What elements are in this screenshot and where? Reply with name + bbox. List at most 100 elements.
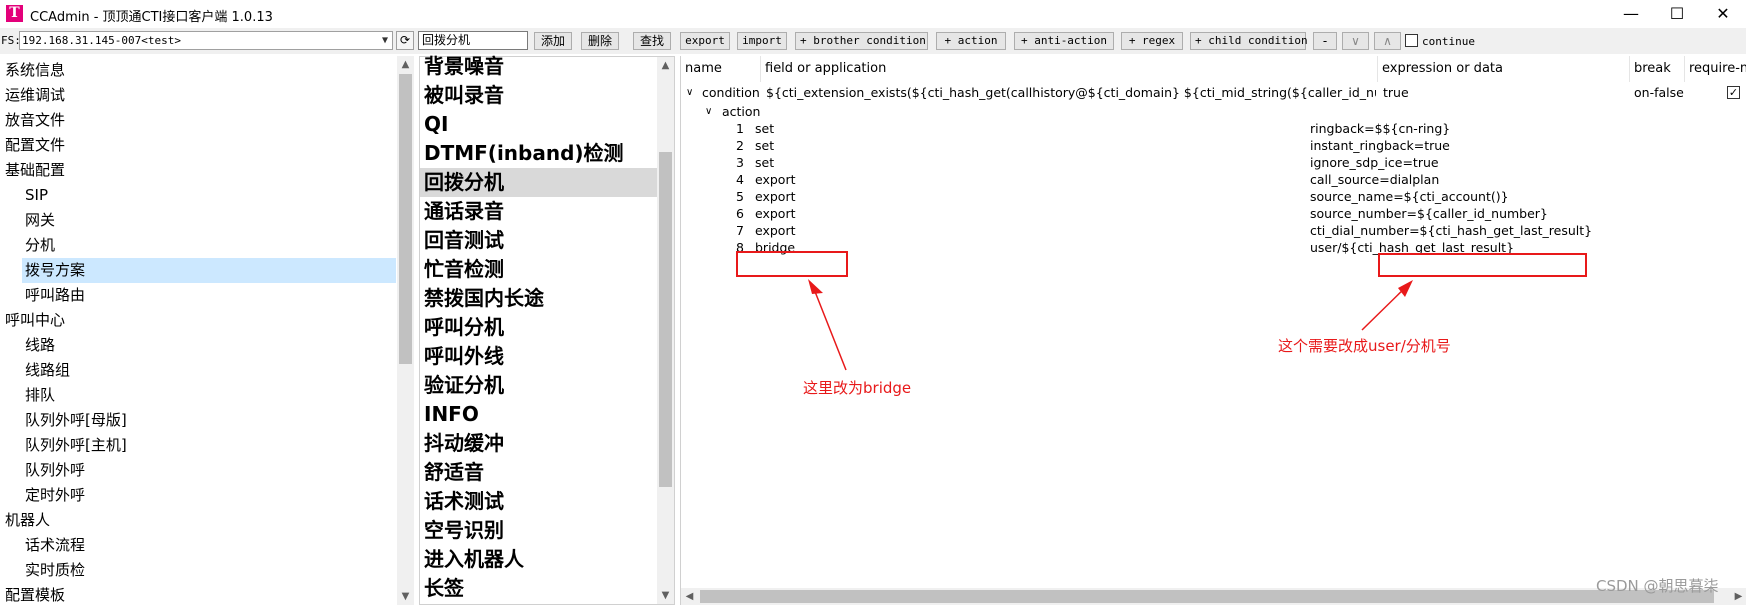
tree-item[interactable]: 队列外呼[母版] bbox=[0, 408, 396, 433]
tree-item[interactable]: 分机 bbox=[0, 233, 396, 258]
scroll-left-icon[interactable]: ◀ bbox=[681, 588, 698, 605]
dialplan-list-item[interactable]: 话术测试 bbox=[420, 487, 657, 516]
continue-label: continue bbox=[1422, 35, 1475, 48]
title-bar: T CCAdmin - 顶顶通CTI接口客户端 1.0.13 — ☐ ✕ bbox=[0, 0, 1746, 28]
tree-item[interactable]: 线路 bbox=[0, 333, 396, 358]
dialplan-list-item[interactable]: 呼叫外线 bbox=[420, 342, 657, 371]
dialplan-list-item[interactable]: 长签 bbox=[420, 574, 657, 603]
add-action-button[interactable]: + action bbox=[936, 32, 1006, 50]
dialplan-list-item[interactable]: 进入机器人 bbox=[420, 545, 657, 574]
dialplan-list-item[interactable]: 回音测试 bbox=[420, 226, 657, 255]
scroll-down-icon[interactable]: ▼ bbox=[657, 587, 674, 604]
tree-item[interactable]: 网关 bbox=[0, 208, 396, 233]
tree-item[interactable]: 队列外呼[主机] bbox=[0, 433, 396, 458]
tree-item[interactable]: 队列外呼 bbox=[0, 458, 396, 483]
dialplan-list-item[interactable]: 回拨分机 bbox=[420, 168, 657, 197]
dialplan-scroll-thumb[interactable] bbox=[659, 152, 672, 487]
maximize-button[interactable]: ☐ bbox=[1654, 0, 1700, 28]
export-button[interactable]: export bbox=[680, 32, 730, 50]
continue-checkbox[interactable] bbox=[1405, 34, 1418, 47]
column-header-field[interactable]: field or application bbox=[761, 56, 1378, 82]
dialplan-list-item[interactable]: 呼叫分机 bbox=[420, 313, 657, 342]
dialplan-list-item[interactable]: QI bbox=[420, 110, 657, 139]
remove-button[interactable]: - bbox=[1313, 32, 1337, 50]
tree-group-item[interactable]: 基础配置 bbox=[0, 158, 396, 183]
tree-group-item[interactable]: 配置文件 bbox=[0, 133, 396, 158]
annotation-text-bridge: 这里改为bridge bbox=[803, 379, 912, 397]
dialplan-grid: name field or application expression or … bbox=[680, 56, 1746, 605]
tree-group-item[interactable]: 配置模板 bbox=[0, 583, 396, 608]
close-button[interactable]: ✕ bbox=[1700, 0, 1746, 28]
add-brother-condition-button[interactable]: + brother condition bbox=[795, 32, 928, 50]
toolbar: FS: 192.168.31.145-007<test> ▼ ⟳ 回拨分机 添加… bbox=[0, 28, 1746, 54]
tree-group-item[interactable]: 放音文件 bbox=[0, 108, 396, 133]
scroll-right-icon[interactable]: ▶ bbox=[1730, 588, 1746, 605]
column-header-name[interactable]: name bbox=[681, 56, 761, 82]
refresh-button[interactable]: ⟳ bbox=[396, 31, 414, 50]
tree-group-item[interactable]: 呼叫中心 bbox=[0, 308, 396, 333]
config-tree: ▲ ▼ 系统信息 运维调试 放音文件 配置文件 基础配置 SIP 网关 分机 拨号方案 呼叫路由呼… bbox=[0, 56, 414, 605]
annotation-box-bridge bbox=[736, 251, 848, 277]
fs-label: FS: bbox=[1, 34, 21, 47]
find-button[interactable]: 查找 bbox=[633, 32, 671, 50]
condition-name: condition bbox=[702, 85, 760, 100]
condition-break: on-false bbox=[1634, 85, 1684, 100]
dialplan-list: ▲ ▼ 背景噪音 被叫录音 QI DTMF(inband)检测 回拨分机 通话录音 回音测试… bbox=[419, 54, 675, 605]
delete-button[interactable]: 删除 bbox=[581, 32, 619, 50]
fs-server-select[interactable]: 192.168.31.145-007<test> ▼ bbox=[19, 31, 393, 50]
chevron-down-icon[interactable]: ∨ bbox=[686, 83, 693, 102]
dialplan-list-item[interactable]: 舒适音 bbox=[420, 458, 657, 487]
add-child-condition-button[interactable]: + child condition bbox=[1190, 32, 1308, 50]
tree-scroll-thumb[interactable] bbox=[399, 74, 412, 364]
dialplan-list-item[interactable]: 通话录音 bbox=[420, 197, 657, 226]
tree-item[interactable]: 线路组 bbox=[0, 358, 396, 383]
condition-row[interactable]: ∨ condition ${cti_extension_exists(${cti… bbox=[681, 83, 1746, 102]
column-header-break[interactable]: break bbox=[1630, 56, 1685, 82]
add-regex-button[interactable]: + regex bbox=[1121, 32, 1183, 50]
dialplan-list-item[interactable]: 禁拨国内长途 bbox=[420, 284, 657, 313]
column-header-require-nested[interactable]: require-nested bbox=[1685, 56, 1746, 82]
dialplan-list-item[interactable]: 空号识别 bbox=[420, 516, 657, 545]
scroll-down-icon[interactable]: ▼ bbox=[397, 588, 414, 605]
condition-field: ${cti_extension_exists(${cti_hash_get(ca… bbox=[766, 85, 1376, 100]
dialplan-list-item[interactable]: DTMF(inband)检测 bbox=[420, 139, 657, 168]
scroll-up-icon[interactable]: ▲ bbox=[397, 56, 414, 73]
dialplan-list-item[interactable]: 背景噪音 bbox=[420, 52, 657, 81]
tree-item[interactable]: 排队 bbox=[0, 383, 396, 408]
dialplan-list-item[interactable]: 被叫录音 bbox=[420, 81, 657, 110]
column-header-expression[interactable]: expression or data bbox=[1378, 56, 1630, 82]
dialplan-list-item[interactable]: 验证分机 bbox=[420, 371, 657, 400]
grid-scroll-thumb[interactable] bbox=[700, 590, 1714, 603]
window-title: CCAdmin - 顶顶通CTI接口客户端 1.0.13 bbox=[30, 10, 273, 25]
tree-item[interactable]: 定时外呼 bbox=[0, 483, 396, 508]
add-anti-action-button[interactable]: + anti-action bbox=[1014, 32, 1114, 50]
tree-item[interactable]: 实时质检 bbox=[0, 558, 396, 583]
tree-item[interactable]: 拨号方案 bbox=[22, 258, 396, 283]
add-button[interactable]: 添加 bbox=[534, 32, 572, 50]
dialplan-list-item[interactable]: 抖动缓冲 bbox=[420, 429, 657, 458]
watermark: CSDN @朝思暮柒 bbox=[1596, 577, 1719, 595]
chevron-down-icon: ▼ bbox=[381, 35, 388, 46]
tree-group-item[interactable]: 系统信息 bbox=[0, 58, 396, 83]
grid-horizontal-scrollbar[interactable]: ◀ ▶ bbox=[681, 588, 1746, 605]
tree-item[interactable]: 话术流程 bbox=[0, 533, 396, 558]
dialplan-scrollbar[interactable]: ▲ ▼ bbox=[657, 57, 674, 604]
import-button[interactable]: import bbox=[737, 32, 787, 50]
tree-group-item[interactable]: 运维调试 bbox=[0, 83, 396, 108]
dialplan-list-item[interactable]: INFO bbox=[420, 400, 657, 429]
app-logo: T bbox=[6, 5, 23, 22]
tree-item[interactable]: 呼叫路由 bbox=[0, 283, 396, 308]
move-up-button[interactable]: ∧ bbox=[1374, 32, 1401, 50]
dialplan-name-input[interactable]: 回拨分机 bbox=[418, 31, 528, 50]
scroll-up-icon[interactable]: ▲ bbox=[657, 57, 674, 74]
fs-server-value: 192.168.31.145-007<test> bbox=[22, 34, 181, 47]
tree-item[interactable]: SIP bbox=[0, 183, 396, 208]
tree-scrollbar[interactable]: ▲ ▼ bbox=[397, 56, 414, 605]
tree-group-item[interactable]: 机器人 bbox=[0, 508, 396, 533]
require-nested-checkbox[interactable]: ✓ bbox=[1727, 86, 1740, 99]
move-down-button[interactable]: ∨ bbox=[1342, 32, 1369, 50]
minimize-button[interactable]: — bbox=[1608, 0, 1654, 28]
annotation-text-user-data: 这个需要改成user/分机号 bbox=[1278, 337, 1451, 355]
annotation-box-user-data bbox=[1378, 253, 1587, 277]
dialplan-list-item[interactable]: 忙音检测 bbox=[420, 255, 657, 284]
